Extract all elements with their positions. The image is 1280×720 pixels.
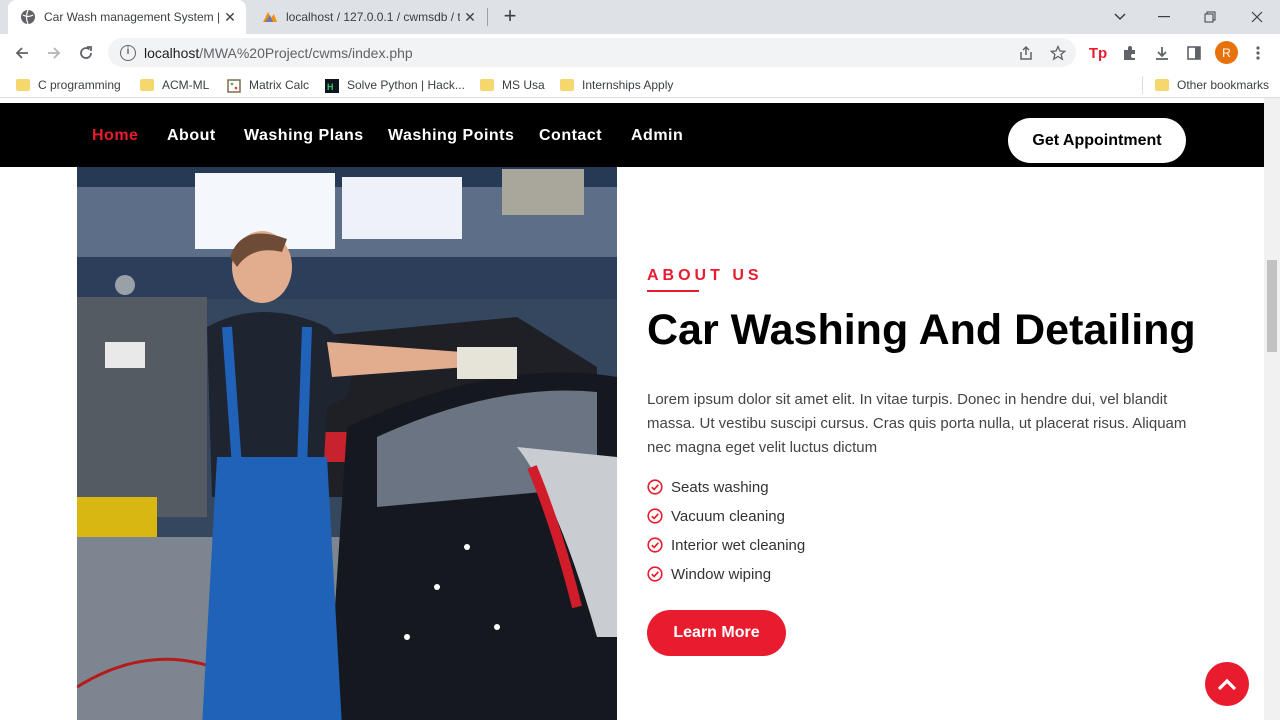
section-title: Car Washing And Detailing bbox=[647, 306, 1196, 354]
scrollbar-thumb[interactable] bbox=[1267, 260, 1277, 352]
browser-tab-strip: Car Wash management System | ✕ localhost… bbox=[0, 0, 1280, 34]
nav-contact[interactable]: Contact bbox=[539, 127, 602, 145]
share-icon[interactable] bbox=[1012, 39, 1040, 67]
feature-item: Seats washing bbox=[647, 477, 769, 497]
check-circle-icon bbox=[647, 479, 663, 495]
learn-more-button[interactable]: Learn More bbox=[647, 610, 786, 656]
side-panel-icon[interactable] bbox=[1180, 39, 1208, 67]
browser-tab-active[interactable]: Car Wash management System | ✕ bbox=[8, 0, 246, 34]
tab-separator bbox=[487, 8, 488, 26]
page-viewport: Home About Washing Plans Washing Points … bbox=[0, 98, 1264, 720]
folder-icon bbox=[16, 79, 30, 91]
bookmark-star-icon[interactable] bbox=[1044, 39, 1072, 67]
extension-tp-icon[interactable]: Tp bbox=[1084, 39, 1112, 67]
bookmarks-separator bbox=[1142, 76, 1143, 94]
nav-washing-plans[interactable]: Washing Plans bbox=[244, 127, 364, 145]
check-circle-icon bbox=[647, 566, 663, 582]
phpmyadmin-icon bbox=[262, 9, 278, 25]
car-wash-photo bbox=[77, 167, 617, 720]
menu-dots-icon[interactable] bbox=[1244, 39, 1272, 67]
folder-icon bbox=[1155, 79, 1169, 91]
browser-tab-inactive[interactable]: localhost / 127.0.0.1 / cwmsdb / t ✕ bbox=[250, 0, 486, 34]
close-window-icon[interactable] bbox=[1234, 0, 1280, 34]
folder-icon bbox=[560, 79, 574, 91]
hackerrank-icon: H bbox=[325, 79, 339, 93]
chevron-up-icon bbox=[1217, 678, 1237, 691]
get-appointment-button[interactable]: Get Appointment bbox=[1008, 118, 1186, 163]
other-bookmarks[interactable]: Other bookmarks bbox=[1155, 76, 1269, 94]
bookmark-item[interactable]: MS Usa bbox=[480, 76, 545, 94]
bookmarks-bar: C programming ACM-ML Matrix Calc H Solve… bbox=[0, 71, 1280, 98]
profile-avatar[interactable]: R bbox=[1215, 41, 1238, 64]
check-circle-icon bbox=[647, 508, 663, 524]
feature-item: Window wiping bbox=[647, 564, 771, 584]
folder-icon bbox=[140, 79, 154, 91]
feature-item: Interior wet cleaning bbox=[647, 535, 805, 555]
bookmark-item[interactable]: H Solve Python | Hack... bbox=[325, 76, 465, 94]
extensions-puzzle-icon[interactable] bbox=[1116, 39, 1144, 67]
download-icon[interactable] bbox=[1148, 39, 1176, 67]
page-scrollbar[interactable] bbox=[1264, 98, 1280, 720]
nav-about[interactable]: About bbox=[167, 127, 216, 145]
bookmark-item[interactable]: C programming bbox=[16, 76, 121, 94]
address-url: localhost/MWA%20Project/cwms/index.php bbox=[144, 44, 413, 61]
check-circle-icon bbox=[647, 537, 663, 553]
nav-washing-points[interactable]: Washing Points bbox=[388, 127, 514, 145]
reload-icon[interactable] bbox=[72, 39, 100, 67]
site-info-icon[interactable]: i bbox=[120, 44, 136, 61]
back-icon[interactable] bbox=[8, 39, 36, 67]
bookmark-item[interactable]: Internships Apply bbox=[560, 76, 673, 94]
close-tab-icon[interactable]: ✕ bbox=[460, 7, 480, 27]
bookmark-item[interactable]: Matrix Calc bbox=[227, 76, 309, 94]
forward-icon[interactable] bbox=[40, 39, 68, 67]
bookmark-item[interactable]: ACM-ML bbox=[140, 76, 209, 94]
tab-search-icon[interactable] bbox=[1097, 0, 1143, 34]
site-navbar: Home About Washing Plans Washing Points … bbox=[0, 103, 1264, 167]
tag-underline bbox=[647, 290, 699, 292]
browser-toolbar: i localhost/MWA%20Project/cwms/index.php… bbox=[0, 34, 1280, 71]
svg-text:H: H bbox=[327, 82, 334, 92]
folder-icon bbox=[480, 79, 494, 91]
address-bar[interactable]: i localhost/MWA%20Project/cwms/index.php bbox=[108, 38, 1076, 67]
close-tab-icon[interactable]: ✕ bbox=[220, 7, 240, 27]
section-tag: ABOUT US bbox=[647, 267, 763, 284]
feature-item: Vacuum cleaning bbox=[647, 506, 785, 526]
tab-title: localhost / 127.0.0.1 / cwmsdb / t bbox=[286, 10, 460, 24]
tab-title: Car Wash management System | bbox=[44, 10, 220, 24]
globe-icon bbox=[20, 9, 36, 25]
back-to-top-button[interactable] bbox=[1205, 662, 1249, 706]
minimize-icon[interactable] bbox=[1141, 0, 1187, 34]
restore-icon[interactable] bbox=[1187, 0, 1233, 34]
nav-home[interactable]: Home bbox=[92, 127, 138, 145]
new-tab-icon[interactable]: + bbox=[498, 5, 522, 29]
nav-admin[interactable]: Admin bbox=[631, 127, 683, 145]
section-description: Lorem ipsum dolor sit amet elit. In vita… bbox=[647, 391, 1187, 456]
matrix-calc-icon bbox=[227, 79, 241, 93]
